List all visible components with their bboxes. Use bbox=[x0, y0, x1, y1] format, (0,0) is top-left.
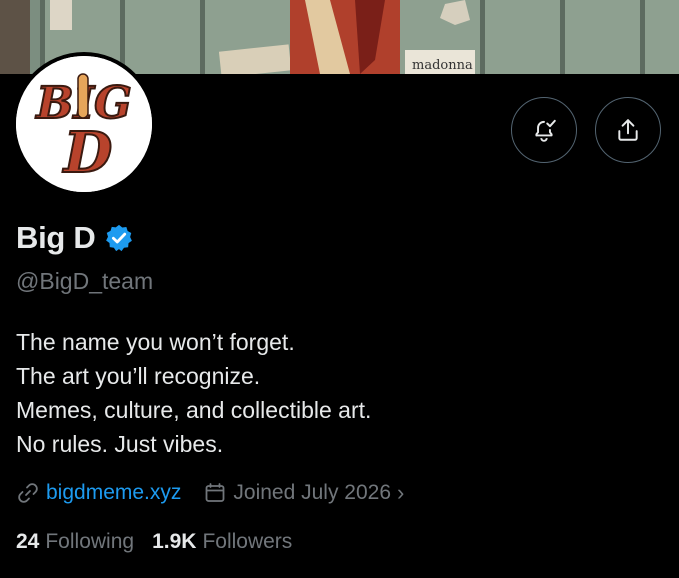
verified-badge-icon[interactable] bbox=[104, 223, 134, 253]
bio-line: The name you won’t forget. bbox=[16, 329, 295, 355]
notify-button[interactable] bbox=[511, 97, 577, 163]
following-link[interactable]: 24 Following bbox=[16, 530, 134, 554]
follow-stats: 24 Following 1.9K Followers bbox=[16, 530, 310, 554]
user-handle: @BigD_team bbox=[16, 268, 154, 294]
link-icon bbox=[18, 483, 38, 503]
share-button[interactable] bbox=[595, 97, 661, 163]
display-name-row: Big D bbox=[16, 220, 134, 256]
svg-text:madonna: madonna bbox=[412, 58, 473, 73]
share-icon bbox=[618, 119, 638, 141]
bio-line: No rules. Just vibes. bbox=[16, 431, 224, 457]
joined-label: Joined July 2026 bbox=[233, 481, 392, 504]
bell-plus-icon bbox=[535, 119, 556, 142]
bio-line: The art you’ll recognize. bbox=[16, 363, 261, 389]
profile-meta: bigdmeme.xyz Joined July 2026 › bbox=[16, 480, 404, 506]
website-link[interactable]: bigdmeme.xyz bbox=[46, 481, 181, 505]
profile-bio: The name you won’t forget. The art you’l… bbox=[16, 325, 371, 461]
followers-count: 1.9K bbox=[152, 530, 197, 553]
following-count: 24 bbox=[16, 530, 40, 553]
followers-label: Followers bbox=[202, 530, 293, 553]
display-name: Big D bbox=[16, 220, 96, 255]
avatar-image: BIG D bbox=[16, 56, 152, 192]
following-label: Following bbox=[45, 530, 135, 553]
profile-avatar[interactable]: BIG D bbox=[12, 52, 156, 196]
followers-link[interactable]: 1.9K Followers bbox=[152, 530, 292, 554]
joined-date[interactable]: Joined July 2026 › bbox=[203, 480, 404, 506]
svg-text:D: D bbox=[62, 120, 113, 186]
big-d-logo-icon: BIG D bbox=[16, 56, 152, 192]
chevron-right-icon: › bbox=[397, 480, 405, 505]
calendar-icon bbox=[205, 483, 225, 502]
bio-line: Memes, culture, and collectible art. bbox=[16, 397, 372, 423]
